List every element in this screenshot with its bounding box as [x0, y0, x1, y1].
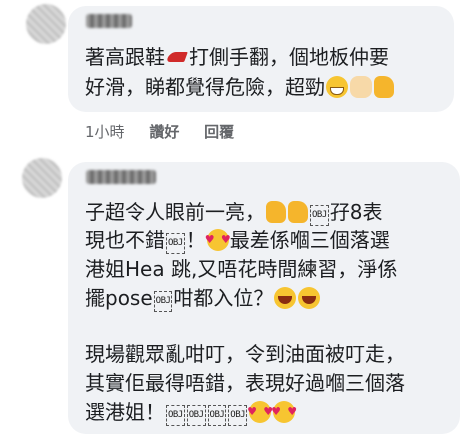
unknown-glyph-icon: OBJ — [228, 405, 248, 426]
comment-text: 現場觀眾亂咁叮，令到油面被叮走， — [85, 342, 405, 366]
comment-text: 子超令人眼前一亮， OBJ 孖8表 — [85, 200, 383, 226]
unknown-glyph-icon: OBJ — [166, 405, 185, 426]
commenter-avatar[interactable] — [22, 158, 62, 198]
rolling-laughing-icon — [274, 287, 297, 309]
comment-timestamp[interactable]: 1小時 — [85, 123, 125, 141]
thumbs-up-icon — [374, 76, 394, 98]
commenter-avatar[interactable] — [26, 4, 66, 44]
high-heel-icon — [166, 46, 188, 68]
grin-icon — [326, 76, 348, 98]
smiling-hearts-icon — [247, 397, 273, 426]
comment-text: 現也不錯OBJ！最差係嗰三個落選 — [85, 225, 390, 255]
thumbs-up-icon — [288, 201, 308, 223]
unknown-glyph-icon: OBJ — [166, 233, 185, 254]
smiling-hearts-icon — [271, 397, 297, 426]
like-link[interactable]: 讚好 — [149, 123, 179, 141]
rolling-laughing-icon — [298, 287, 321, 309]
thumbs-up-icon — [266, 201, 286, 223]
unknown-glyph-icon: OBJ — [310, 205, 329, 226]
comment-author[interactable] — [86, 170, 156, 184]
comment-actions: 1小時 讚好 回覆 — [85, 121, 254, 142]
reply-link[interactable]: 回覆 — [204, 123, 234, 141]
unknown-glyph-icon: OBJ — [153, 291, 173, 312]
comment-text: 好滑，睇都覺得危險，超勁 — [85, 73, 395, 102]
comment-text: 擺pose OBJ 咁都入位？ — [85, 284, 321, 313]
unknown-glyph-icon: OBJ — [207, 405, 227, 426]
comment-text: 選港姐！ OBJ OBJ OBJ OBJ — [85, 397, 297, 427]
clap-icon — [350, 76, 372, 98]
smiling-hearts-icon — [205, 225, 231, 254]
comment-text: 其實佢最得唔錯，表現好過嗰三個落 — [85, 371, 405, 395]
comment-text: 港姐Hea 跳,又唔花時間練習，淨係 — [85, 257, 398, 281]
comment-text: 著高跟鞋 打側手翻，個地板仲要 — [85, 45, 389, 69]
comment-author[interactable] — [86, 14, 132, 28]
unknown-glyph-icon: OBJ — [186, 405, 206, 426]
